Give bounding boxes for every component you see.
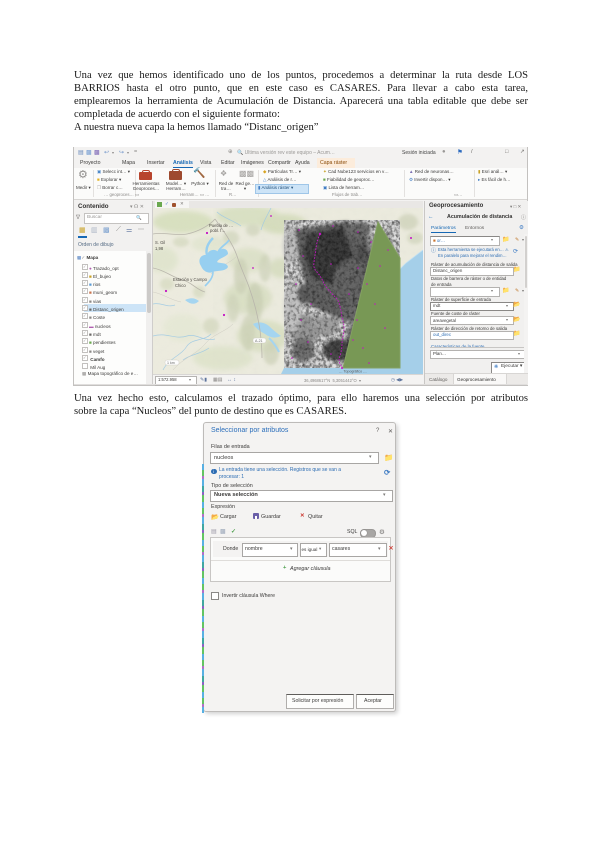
svg-text:A-21: A-21 xyxy=(255,339,263,343)
svg-text:pobl. f…: pobl. f… xyxy=(210,228,226,233)
svg-text:Chico: Chico xyxy=(175,283,186,288)
svg-text:1 km: 1 km xyxy=(167,361,175,365)
svg-text:Estación y Campo: Estación y Campo xyxy=(173,277,208,282)
svg-text:… Topográfico …: … Topográfico … xyxy=(339,370,367,374)
svg-text:S. Gil: S. Gil xyxy=(155,240,165,245)
svg-text:1,98: 1,98 xyxy=(155,246,164,251)
